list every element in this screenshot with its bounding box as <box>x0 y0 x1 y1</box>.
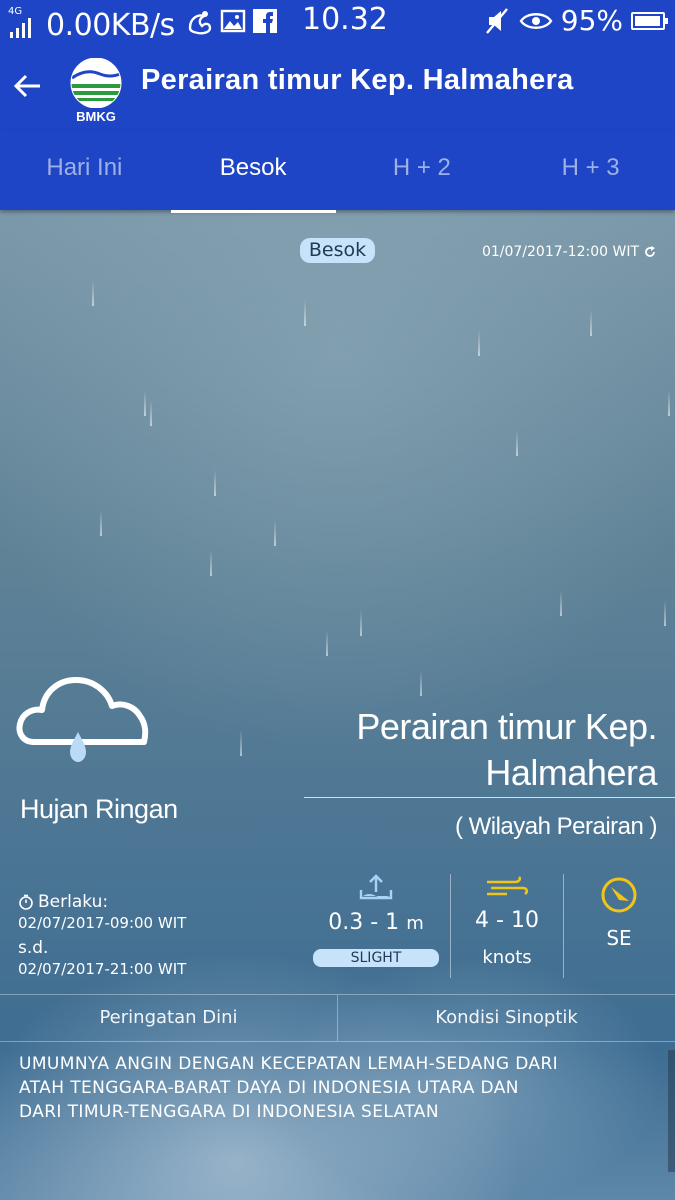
page-title: Perairan timur Kep. Halmahera <box>141 64 574 96</box>
tab-hari-ini[interactable]: Hari Ini <box>0 130 169 210</box>
timer-icon <box>19 894 33 910</box>
validity-block: Berlaku: 02/07/2017-09:00 WIT s.d. 02/07… <box>18 892 186 978</box>
metric-separator <box>450 874 451 978</box>
wind-speed: 4 - 10 knots <box>462 876 552 968</box>
scrollbar[interactable] <box>668 1050 675 1172</box>
rain-streak <box>668 390 670 416</box>
valid-from: 02/07/2017-09:00 WIT <box>18 914 187 932</box>
synopsis-text: UMUMNYA ANGIN DENGAN KECEPATAN LEMAH-SED… <box>19 1052 639 1124</box>
wave-class-badge: SLIGHT <box>313 949 439 967</box>
signal-icon <box>10 18 31 38</box>
rain-streak <box>210 550 212 576</box>
clock: 10.32 <box>302 2 388 37</box>
light-rain-icon <box>16 677 149 762</box>
wind-direction-value: SE <box>606 926 632 950</box>
gallery-icon <box>220 9 246 33</box>
app-bar: BMKG Perairan timur Kep. Halmahera <box>0 46 675 130</box>
metric-separator <box>563 874 564 978</box>
compass-icon <box>601 877 637 913</box>
bmkg-logo: BMKG <box>66 57 126 124</box>
valid-until-label: s.d. <box>18 938 49 958</box>
rain-streak <box>240 730 242 756</box>
rain-streak <box>214 470 216 496</box>
back-arrow-icon[interactable] <box>12 70 44 102</box>
day-chip: Besok <box>300 238 375 263</box>
region-type: ( Wilayah Perairan ) <box>454 813 658 840</box>
network-type: 4G <box>8 6 23 17</box>
eye-icon <box>519 12 553 29</box>
uc-browser-icon <box>188 11 212 35</box>
location-name: Perairan timur Kep. Halmahera <box>356 706 657 793</box>
refresh-icon[interactable] <box>643 245 657 259</box>
rain-streak <box>304 300 306 326</box>
tab-besok[interactable]: Besok <box>169 130 338 213</box>
wind-value: 4 - 10 <box>475 908 539 933</box>
synopsis-line: DARI TIMUR-TENGGARA DI INDONESIA SELATAN <box>19 1102 439 1122</box>
notification-icons <box>186 8 278 36</box>
validity-label: Berlaku: <box>38 892 109 912</box>
issued-time: 01/07/2017-12:00 WIT <box>481 244 639 260</box>
logo-label: BMKG <box>76 109 116 124</box>
rain-streak <box>420 670 422 696</box>
rain-streak <box>590 310 592 336</box>
rain-streak <box>360 610 362 636</box>
synoptic-conditions-button[interactable]: Kondisi Sinoptik <box>337 995 675 1041</box>
rain-streak <box>326 630 328 656</box>
rain-streak <box>274 520 276 546</box>
bmkg-emblem-icon <box>70 57 122 109</box>
status-bar: 4G 0.00KB/s 10.32 95% <box>0 0 675 46</box>
wave-value: 0.3 - 1 <box>328 910 400 935</box>
weather-condition: Hujan Ringan <box>20 794 178 824</box>
network-speed: 0.00KB/s <box>46 8 175 43</box>
rain-streak <box>516 430 518 456</box>
wind-icon <box>487 876 529 896</box>
wave-value-row: 0.3 - 1 m <box>312 910 440 935</box>
synopsis-line: ATAH TENGGARA-BARAT DAYA DI INDONESIA UT… <box>19 1078 519 1098</box>
wind-direction: SE <box>590 876 648 950</box>
tab-h-plus-3[interactable]: H + 3 <box>506 130 675 210</box>
status-right: 95% <box>485 4 668 37</box>
rain-streak <box>150 400 152 426</box>
rain-streak <box>664 600 666 626</box>
rain-streak <box>144 390 146 416</box>
wave-height-icon <box>359 874 393 900</box>
valid-to: 02/07/2017-21:00 WIT <box>18 960 187 978</box>
issued-timestamp: 01/07/2017-12:00 WIT <box>482 244 657 260</box>
tab-h-plus-2[interactable]: H + 2 <box>338 130 507 210</box>
battery-percent: 95% <box>560 4 623 37</box>
day-tabs: Hari Ini Besok H + 2 H + 3 <box>0 130 675 213</box>
rain-streak <box>100 510 102 536</box>
battery-icon <box>631 11 668 30</box>
validity-label-row: Berlaku: <box>18 892 186 912</box>
location-divider <box>304 797 675 798</box>
rain-streak <box>92 280 94 306</box>
rain-streak <box>478 330 480 356</box>
wave-unit: m <box>406 913 424 934</box>
wind-unit: knots <box>482 947 532 968</box>
mute-icon <box>485 7 508 34</box>
info-buttons: Peringatan Dini Kondisi Sinoptik <box>0 994 675 1042</box>
wave-height: 0.3 - 1 m SLIGHT <box>312 872 440 967</box>
synopsis-line: UMUMNYA ANGIN DENGAN KECEPATAN LEMAH-SED… <box>19 1054 559 1074</box>
early-warning-button[interactable]: Peringatan Dini <box>0 995 337 1041</box>
facebook-icon <box>253 9 277 33</box>
rain-streak <box>560 590 562 616</box>
